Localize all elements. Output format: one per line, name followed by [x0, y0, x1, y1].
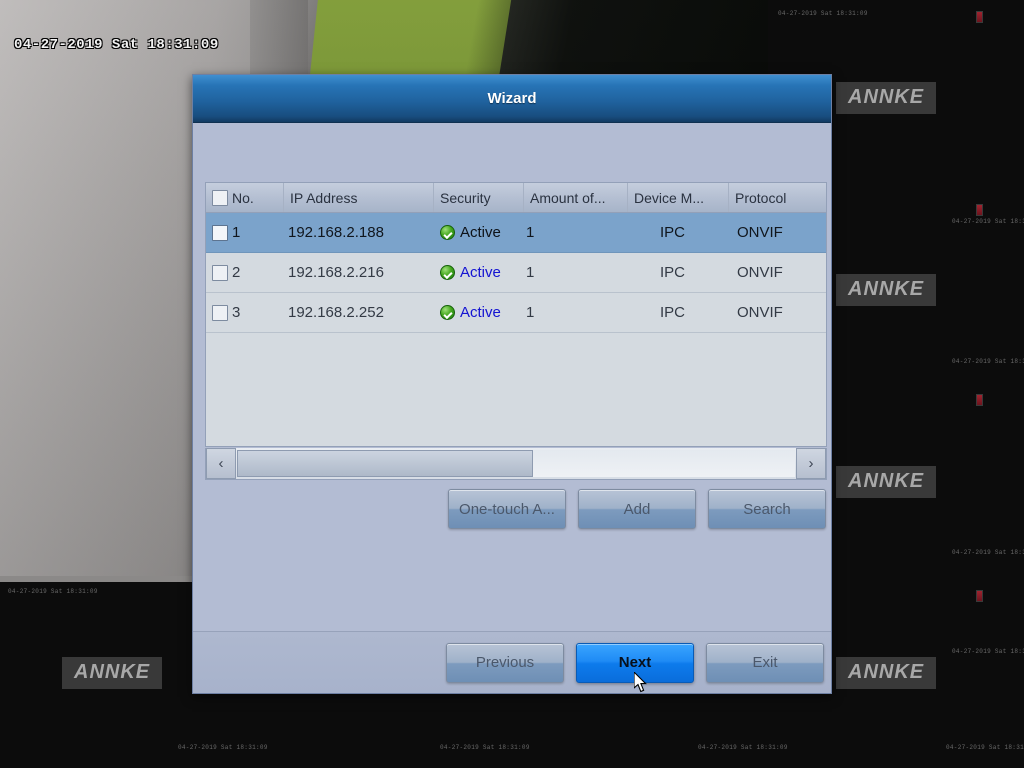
search-button[interactable]: Search: [708, 489, 826, 529]
osd-channel-timestamp: 04-27-2019 Sat 18:31:09: [778, 10, 868, 17]
row-checkbox[interactable]: [212, 265, 228, 281]
cell-security: Active: [434, 264, 524, 281]
cell-device-model: IPC: [628, 264, 729, 281]
recording-indicator-icon: [976, 11, 983, 23]
device-table-body: 1 192.168.2.188 Active 1 IPC ONVIF: [206, 213, 826, 446]
nvr-screen: 04-27-2019 Sat 18:31:09 04-27-2019 Sat 1…: [0, 0, 1024, 768]
cell-device-model: IPC: [628, 224, 729, 241]
dialog-title-bar: Wizard: [193, 75, 831, 123]
scrollbar-track[interactable]: [237, 450, 795, 477]
cell-no: 3: [206, 304, 284, 321]
security-status-label: Active: [460, 224, 501, 241]
osd-channel-timestamp: 04-27-2019 Sat 18:31:09: [440, 744, 530, 751]
annke-logo: ANNKE: [836, 657, 936, 689]
row-index: 2: [232, 264, 240, 281]
osd-channel-timestamp: 04-27-2019 Sat 18:31:09: [952, 648, 1024, 655]
cell-amount: 1: [524, 304, 628, 321]
cell-protocol: ONVIF: [729, 224, 826, 241]
osd-channel-timestamp: 04-27-2019 Sat 18:31:09: [946, 744, 1024, 751]
one-touch-add-button[interactable]: One-touch A...: [448, 489, 566, 529]
security-status-label: Active: [460, 304, 501, 321]
device-table: No. IP Address Security Amount of... Dev…: [205, 182, 827, 447]
column-header-security[interactable]: Security: [434, 183, 524, 212]
dialog-body: No. IP Address Security Amount of... Dev…: [193, 123, 831, 693]
select-all-checkbox[interactable]: [212, 190, 228, 206]
active-status-icon: [440, 265, 455, 280]
video-wall-divider: [0, 576, 192, 582]
row-index: 3: [232, 304, 240, 321]
osd-channel-timestamp: 04-27-2019 Sat 18:31:09: [8, 588, 98, 595]
column-header-amount[interactable]: Amount of...: [524, 183, 628, 212]
dialog-title: Wizard: [487, 90, 536, 107]
recording-indicator-icon: [976, 590, 983, 602]
cell-amount: 1: [524, 224, 628, 241]
column-header-label: No.: [232, 190, 254, 206]
cell-ip-address: 192.168.2.216: [284, 264, 434, 281]
cell-no: 1: [206, 224, 284, 241]
scroll-right-icon[interactable]: ›: [796, 448, 826, 479]
active-status-icon: [440, 225, 455, 240]
column-header-protocol[interactable]: Protocol: [729, 183, 826, 212]
annke-logo: ANNKE: [836, 466, 936, 498]
active-status-icon: [440, 305, 455, 320]
cell-ip-address: 192.168.2.252: [284, 304, 434, 321]
row-checkbox[interactable]: [212, 225, 228, 241]
column-header-device-model[interactable]: Device M...: [628, 183, 729, 212]
annke-logo: ANNKE: [836, 82, 936, 114]
annke-logo: ANNKE: [836, 274, 936, 306]
osd-channel-timestamp: 04-27-2019 Sat 18:31:09: [952, 549, 1024, 556]
device-table-header: No. IP Address Security Amount of... Dev…: [206, 183, 826, 213]
cell-amount: 1: [524, 264, 628, 281]
osd-timestamp: 04-27-2019 Sat 18:31:09: [14, 37, 219, 53]
cell-protocol: ONVIF: [729, 304, 826, 321]
row-checkbox[interactable]: [212, 305, 228, 321]
table-row[interactable]: 2 192.168.2.216 Active 1 IPC ONVIF: [206, 253, 826, 293]
security-status-label: Active: [460, 264, 501, 281]
action-button-row: One-touch A... Add Search: [193, 489, 833, 529]
column-header-no[interactable]: No.: [206, 183, 284, 212]
cell-security: Active: [434, 224, 524, 241]
table-row[interactable]: 1 192.168.2.188 Active 1 IPC ONVIF: [206, 213, 826, 253]
column-header-ip-address[interactable]: IP Address: [284, 183, 434, 212]
osd-channel-timestamp: 04-27-2019 Sat 18:31:09: [952, 218, 1024, 225]
scrollbar-thumb[interactable]: [237, 450, 533, 477]
wizard-dialog: Wizard No. IP Address Security Amount of…: [192, 74, 832, 694]
cell-device-model: IPC: [628, 304, 729, 321]
osd-channel-timestamp: 04-27-2019 Sat 18:31:09: [698, 744, 788, 751]
annke-logo: ANNKE: [62, 657, 162, 689]
recording-indicator-icon: [976, 204, 983, 216]
horizontal-scrollbar[interactable]: ‹ ›: [205, 448, 827, 480]
recording-indicator-icon: [976, 394, 983, 406]
dialog-footer: Previous Next Exit: [193, 631, 831, 693]
table-row[interactable]: 3 192.168.2.252 Active 1 IPC ONVIF: [206, 293, 826, 333]
cell-ip-address: 192.168.2.188: [284, 224, 434, 241]
add-button[interactable]: Add: [578, 489, 696, 529]
cell-protocol: ONVIF: [729, 264, 826, 281]
mouse-cursor: [634, 672, 650, 694]
exit-button[interactable]: Exit: [706, 643, 824, 683]
osd-channel-timestamp: 04-27-2019 Sat 18:31:09: [952, 358, 1024, 365]
row-index: 1: [232, 224, 240, 241]
scroll-left-icon[interactable]: ‹: [206, 448, 236, 479]
previous-button[interactable]: Previous: [446, 643, 564, 683]
cell-security: Active: [434, 304, 524, 321]
cell-no: 2: [206, 264, 284, 281]
osd-channel-timestamp: 04-27-2019 Sat 18:31:09: [178, 744, 268, 751]
